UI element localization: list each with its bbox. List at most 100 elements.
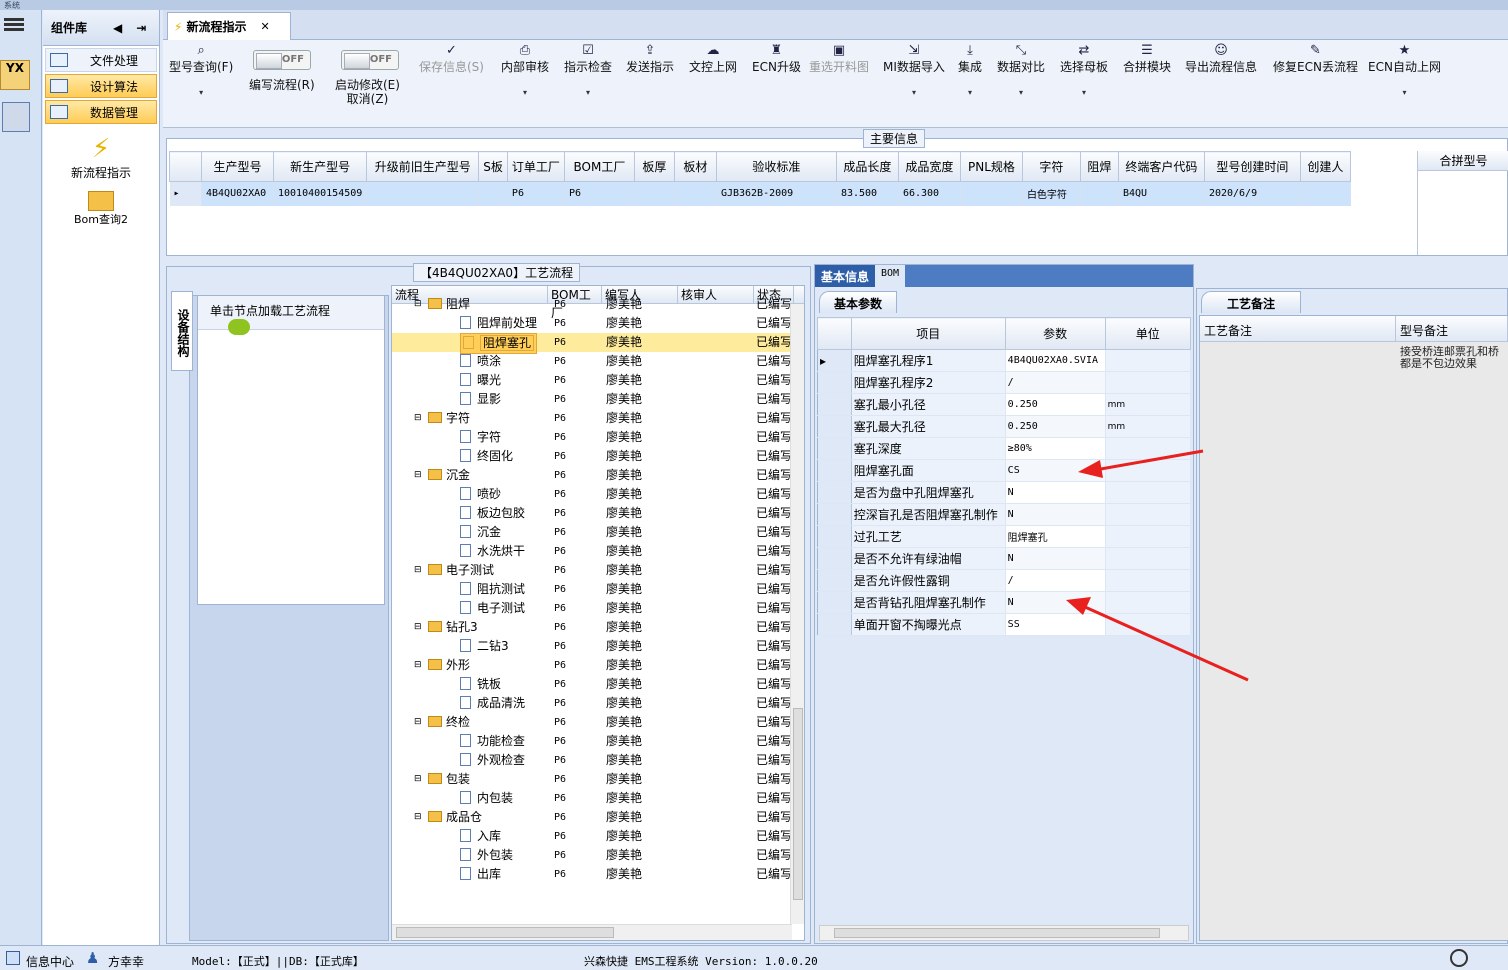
tree-row[interactable]: 板边包胶 P6 廖美艳 已编写: [392, 504, 804, 523]
tree-row[interactable]: 外包装 P6 廖美艳 已编写: [392, 846, 804, 865]
table-row[interactable]: ▸ 4B4QU02XA0 10010400154509 P6 P6 GJB362…: [169, 181, 1351, 206]
tree-node-label[interactable]: 终固化: [477, 449, 513, 463]
scroll-thumb[interactable]: [396, 927, 614, 938]
tree-row[interactable]: ⊟ 外形 P6 廖美艳 已编写: [392, 656, 804, 675]
collapse-icon[interactable]: ⊟: [414, 466, 422, 485]
column-header[interactable]: 板材: [673, 151, 717, 182]
ecn-auto-upload-button[interactable]: ★ ECN自动上网 ▾: [1368, 44, 1441, 100]
collapse-icon[interactable]: ⊟: [414, 409, 422, 428]
tree-row[interactable]: ⊟ 阻焊 P6 廖美艳 已编写: [392, 295, 804, 314]
tree-node-label[interactable]: 内包装: [477, 791, 513, 805]
column-header[interactable]: 型号创建时间: [1203, 151, 1301, 182]
collapse-icon[interactable]: ⊟: [414, 561, 422, 580]
tree-row[interactable]: ⊟ 终检 P6 廖美艳 已编写: [392, 713, 804, 732]
tab-basic-params[interactable]: 基本参数: [819, 291, 898, 313]
info-hscrollbar[interactable]: [819, 925, 1189, 941]
write-flow-toggle[interactable]: OFF: [253, 50, 311, 70]
tree-row[interactable]: 阻抗测试 P6 廖美艳 已编写: [392, 580, 804, 599]
param-value[interactable]: N: [1005, 481, 1106, 504]
column-header[interactable]: S板: [478, 151, 508, 182]
cell-material[interactable]: [674, 181, 717, 206]
column-header[interactable]: PNL规格: [959, 151, 1023, 182]
cell-solder[interactable]: [1080, 181, 1119, 206]
info-center-link[interactable]: 信息中心: [26, 953, 74, 970]
tree-row[interactable]: 终固化 P6 廖美艳 已编写: [392, 447, 804, 466]
param-value[interactable]: /: [1005, 569, 1106, 592]
column-header[interactable]: 型号备注: [1396, 316, 1508, 341]
pin-icon[interactable]: ⇥: [136, 21, 146, 35]
comp-item-data[interactable]: 数据管理: [45, 100, 157, 124]
cell-customer[interactable]: B4QU: [1118, 181, 1205, 206]
tree-node-label[interactable]: 喷砂: [477, 487, 501, 501]
tree-row[interactable]: ⊟ 成品仓 P6 廖美艳 已编写: [392, 808, 804, 827]
tree-node-label[interactable]: 沉金: [477, 525, 501, 539]
tree-row[interactable]: 内包装 P6 廖美艳 已编写: [392, 789, 804, 808]
tree-node-label[interactable]: 阻抗测试: [477, 582, 525, 596]
tree-node-label[interactable]: 电子测试: [446, 563, 494, 577]
tree-node-label[interactable]: 钻孔3: [446, 620, 478, 634]
collapse-icon[interactable]: ⊟: [414, 770, 422, 789]
column-header[interactable]: 参数: [1004, 317, 1106, 350]
table-row[interactable]: 是否背钻孔阻焊塞孔制作 N: [817, 591, 1192, 614]
fix-ecn-button[interactable]: ✎ 修复ECN丢流程: [1273, 44, 1358, 75]
menu-icon[interactable]: [4, 16, 24, 34]
tree-node-label[interactable]: 终检: [446, 715, 470, 729]
cell-created[interactable]: 2020/6/9: [1204, 181, 1301, 206]
tree-node-label[interactable]: 外形: [446, 658, 470, 672]
param-value[interactable]: 0.250: [1005, 415, 1106, 438]
data-compare-button[interactable]: ⤡ 数据对比 ▾: [997, 44, 1045, 100]
tree-row[interactable]: ⊟ 包装 P6 廖美艳 已编写: [392, 770, 804, 789]
tree-row[interactable]: 阻焊塞孔 P6 廖美艳 已编写: [392, 333, 804, 354]
column-header[interactable]: 阻焊: [1079, 151, 1119, 182]
tree-row[interactable]: 铣板 P6 廖美艳 已编写: [392, 675, 804, 694]
tree-node-label[interactable]: 功能检查: [477, 734, 525, 748]
cell-new-model[interactable]: 10010400154509: [273, 181, 368, 206]
table-row[interactable]: 单面开窗不掏曝光点 SS: [817, 613, 1192, 636]
tab-device-structure[interactable]: 设备结构: [171, 291, 193, 371]
cell-width[interactable]: 66.300: [898, 181, 961, 206]
cell-old-model[interactable]: [366, 181, 480, 206]
column-header[interactable]: 单位: [1104, 317, 1192, 350]
tree-node-label[interactable]: 阻焊: [446, 297, 470, 311]
internal-review-button[interactable]: ⎙ 内部审核 ▾: [501, 44, 549, 100]
cell-thickness[interactable]: [634, 181, 675, 206]
column-header[interactable]: 升级前旧生产型号: [366, 151, 480, 182]
tree-node-label[interactable]: 字符: [477, 430, 501, 444]
table-row[interactable]: 是否允许假性露铜 /: [817, 569, 1192, 592]
start-modify-toggle[interactable]: OFF: [341, 50, 399, 70]
tree-row[interactable]: ⊟ 字符 P6 廖美艳 已编写: [392, 409, 804, 428]
tree-node-label[interactable]: 入库: [477, 829, 501, 843]
ecn-upgrade-button[interactable]: ♜ ECN升级: [752, 44, 801, 75]
table-row[interactable]: 塞孔最大孔径 0.250 mm: [817, 415, 1192, 438]
export-flow-button[interactable]: ☺ 导出流程信息: [1185, 44, 1257, 75]
table-row[interactable]: 是否不允许有绿油帽 N: [817, 547, 1192, 570]
column-header[interactable]: 创建人: [1299, 151, 1351, 182]
tab-new-flow[interactable]: ⚡ 新流程指示 ✕: [167, 12, 291, 40]
tree-row[interactable]: 电子测试 P6 廖美艳 已编写: [392, 599, 804, 618]
tree-row[interactable]: 字符 P6 廖美艳 已编写: [392, 428, 804, 447]
tree-vscrollbar[interactable]: [790, 304, 804, 924]
param-value[interactable]: ≥80%: [1005, 437, 1106, 460]
tree-row[interactable]: 入库 P6 廖美艳 已编写: [392, 827, 804, 846]
column-header[interactable]: 字符: [1021, 151, 1081, 182]
table-row[interactable]: 阻焊塞孔面 CS: [817, 459, 1192, 482]
comp-item-file[interactable]: 文件处理: [45, 48, 157, 72]
model-note[interactable]: 接受桥连邮票孔和桥 都是不包边效果: [1400, 346, 1508, 370]
reselect-feed-button[interactable]: ▣ 重选开料图: [809, 44, 869, 75]
param-value[interactable]: /: [1005, 371, 1106, 394]
tree-row[interactable]: 成品清洗 P6 廖美艳 已编写: [392, 694, 804, 713]
cell-pnl[interactable]: [960, 181, 1023, 206]
cancel-label[interactable]: 取消(Z): [347, 92, 389, 106]
cell-length[interactable]: 83.500: [836, 181, 899, 206]
param-value[interactable]: 0.250: [1005, 393, 1106, 416]
tool-bom-query[interactable]: Bom查询2: [43, 191, 159, 227]
table-row[interactable]: 塞孔深度 ≥80%: [817, 437, 1192, 460]
collapse-left-icon[interactable]: ◀: [113, 21, 122, 35]
tree-node-label[interactable]: 成品清洗: [477, 696, 525, 710]
column-header[interactable]: 生产型号: [201, 151, 274, 182]
table-row[interactable]: ▸ 阻焊塞孔程序1 4B4QU02XA0.SVIA: [817, 349, 1192, 372]
tree-row[interactable]: 沉金 P6 廖美艳 已编写: [392, 523, 804, 542]
tree-row[interactable]: 喷砂 P6 廖美艳 已编写: [392, 485, 804, 504]
param-value[interactable]: N: [1005, 547, 1106, 570]
tree-node-label[interactable]: 外包装: [477, 848, 513, 862]
